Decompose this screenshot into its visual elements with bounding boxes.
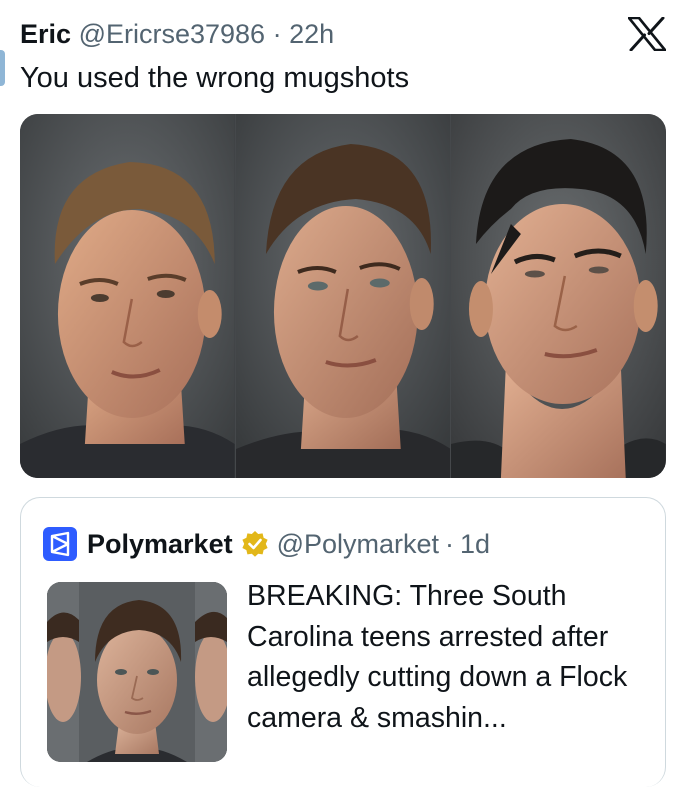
portrait-image bbox=[20, 114, 235, 478]
quoted-post-timestamp[interactable]: 1d bbox=[460, 529, 490, 560]
polymarket-logo-icon[interactable] bbox=[43, 527, 77, 561]
quoted-header-separator: · bbox=[445, 528, 455, 559]
portrait-image bbox=[235, 114, 451, 478]
mugshot-photo-3[interactable] bbox=[450, 114, 666, 478]
quoted-tweet-text: BREAKING: Three South Carolina teens arr… bbox=[247, 580, 628, 734]
gold-verified-badge-icon[interactable] bbox=[241, 530, 269, 558]
tweet-media[interactable] bbox=[20, 114, 666, 478]
tweet-header: Eric @Ericrse37986 · 22h bbox=[20, 14, 334, 54]
mugshot-photo-2[interactable] bbox=[234, 114, 451, 478]
mugshot-photo-1[interactable] bbox=[20, 114, 235, 478]
portrait-image bbox=[451, 114, 666, 478]
portrait-image bbox=[47, 582, 227, 762]
post-timestamp[interactable]: 22h bbox=[289, 19, 334, 49]
quoted-tweet-header: Polymarket @Polymarket · 1d bbox=[43, 524, 490, 564]
quoted-tweet[interactable]: Polymarket @Polymarket · 1d BREAKING: Th… bbox=[20, 497, 666, 787]
quoted-tweet-thumbnail[interactable] bbox=[47, 582, 227, 762]
author-name[interactable]: Eric bbox=[20, 19, 71, 49]
tweet-card[interactable]: Eric @Ericrse37986 · 22h You used the wr… bbox=[0, 0, 684, 787]
quoted-author-handle[interactable]: @Polymarket bbox=[277, 529, 439, 560]
thread-connector-line bbox=[0, 50, 5, 86]
x-logo-icon[interactable] bbox=[628, 17, 666, 51]
header-separator: · bbox=[272, 19, 282, 49]
tweet-text: You used the wrong mugshots bbox=[20, 62, 410, 94]
author-handle[interactable]: @Ericrse37986 bbox=[79, 19, 266, 49]
quoted-author-name[interactable]: Polymarket bbox=[87, 529, 233, 560]
